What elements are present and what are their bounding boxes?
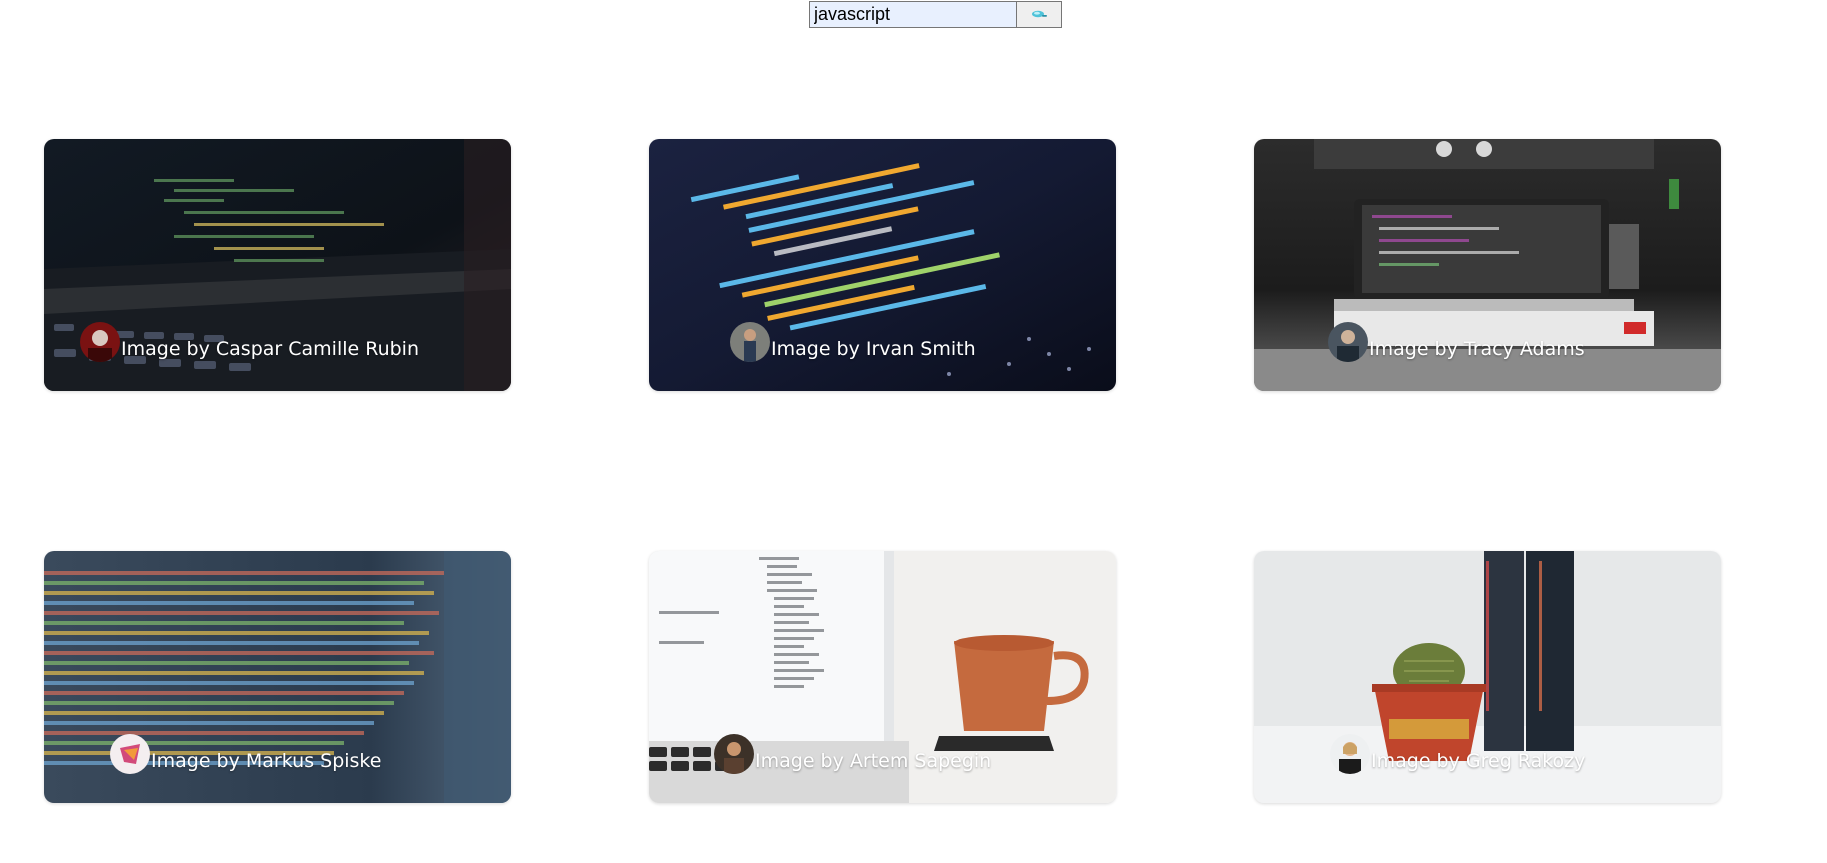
image-credit: Image by Tracy Adams [1328, 322, 1585, 362]
image-card[interactable]: Image by Irvan Smith [649, 139, 1116, 391]
image-card[interactable]: Image by Greg Rakozy [1254, 551, 1721, 803]
image-credit: Image by Caspar Camille Rubin [80, 322, 419, 362]
credit-text: Image by Markus Spiske [151, 750, 382, 772]
image-credit: Image by Greg Rakozy [1330, 734, 1585, 774]
image-card[interactable]: Image by Tracy Adams [1254, 139, 1721, 391]
avatar [1328, 322, 1368, 362]
avatar [80, 322, 120, 362]
image-credit: Image by Markus Spiske [110, 734, 381, 774]
image-card[interactable]: Image by Markus Spiske [44, 551, 511, 803]
avatar [110, 734, 150, 774]
image-credit: Image by Artem Sapegin [714, 734, 991, 774]
image-card[interactable]: Image by Artem Sapegin [649, 551, 1116, 803]
credit-text: Image by Tracy Adams [1369, 338, 1585, 360]
image-credit: Image by Irvan Smith [730, 322, 976, 362]
avatar [714, 734, 754, 774]
avatar [730, 322, 770, 362]
image-card[interactable]: Image by Caspar Camille Rubin [44, 139, 511, 391]
avatar [1330, 734, 1370, 774]
credit-text: Image by Greg Rakozy [1371, 750, 1586, 772]
credit-text: Image by Caspar Camille Rubin [121, 338, 420, 360]
credit-text: Image by Irvan Smith [771, 338, 976, 360]
image-gallery: Image by Caspar Camille Rubin Image by I… [0, 0, 1827, 863]
credit-text: Image by Artem Sapegin [755, 750, 992, 772]
